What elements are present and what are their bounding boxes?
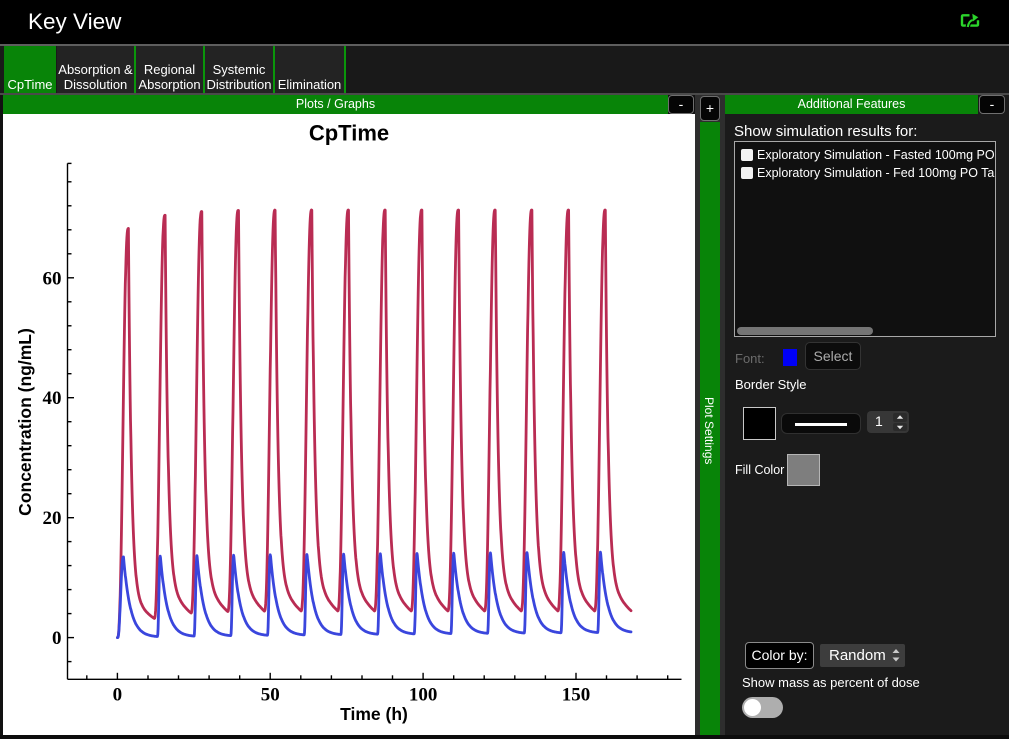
svg-text:0: 0	[113, 685, 123, 706]
svg-text:100: 100	[409, 685, 438, 706]
svg-text:Time (h): Time (h)	[340, 704, 408, 724]
svg-text:150: 150	[562, 685, 591, 706]
svg-text:Concentration (ng/mL): Concentration (ng/mL)	[15, 328, 35, 516]
svg-text:40: 40	[43, 388, 62, 409]
svg-text:50: 50	[261, 685, 280, 706]
svg-text:0: 0	[52, 628, 62, 649]
svg-text:60: 60	[43, 268, 62, 289]
svg-text:20: 20	[43, 508, 62, 529]
svg-text:CpTime: CpTime	[309, 121, 389, 146]
